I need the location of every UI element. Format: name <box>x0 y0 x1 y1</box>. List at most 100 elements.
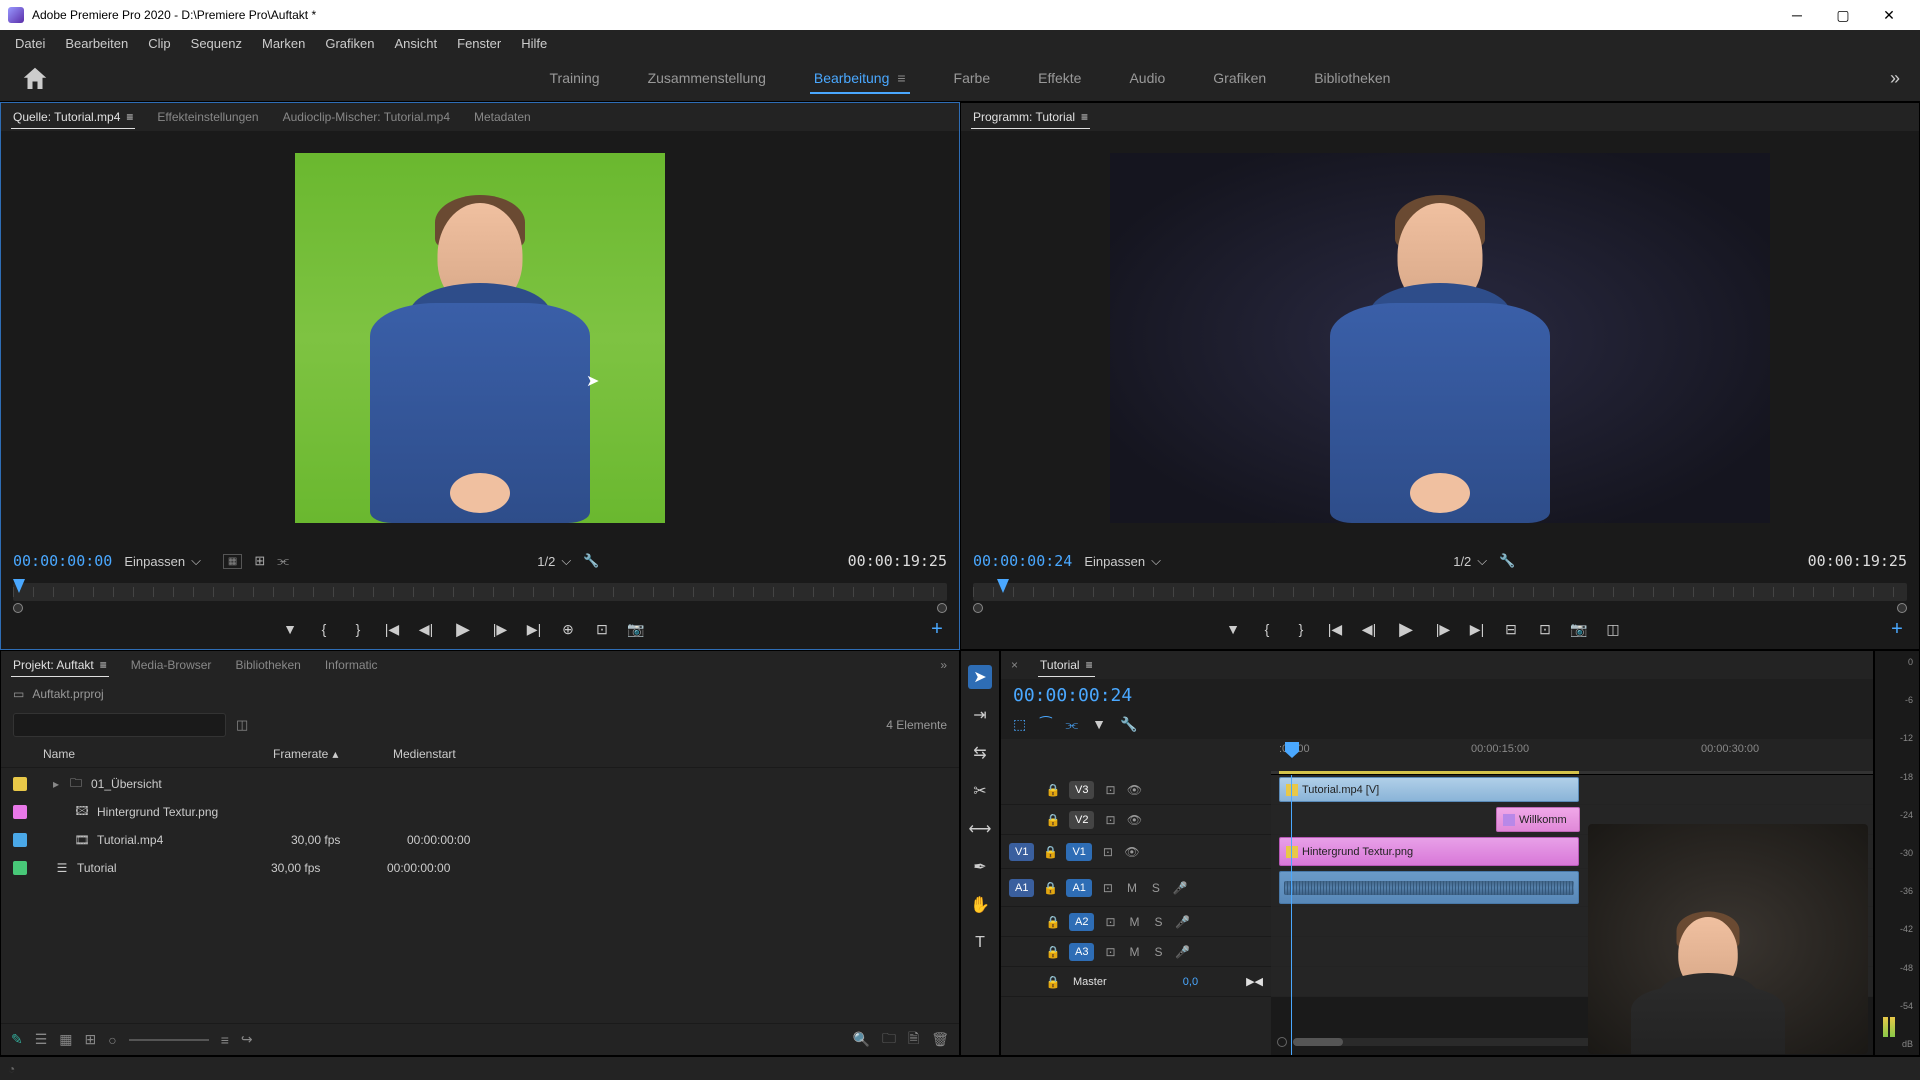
project-row-bin[interactable]: ▸ 🗀 01_Übersicht <box>1 770 959 798</box>
pen-tool[interactable]: ✒ <box>968 855 992 879</box>
zoom-out-handle[interactable] <box>937 603 947 613</box>
step-forward-button[interactable]: |▶ <box>490 619 510 639</box>
lift-button[interactable]: ⊟ <box>1501 619 1521 639</box>
hamburger-icon[interactable]: ≡ <box>126 110 133 124</box>
column-name[interactable]: Name <box>13 747 273 761</box>
project-tab-informatic[interactable]: Informatic <box>323 654 380 676</box>
nest-sequence-toggle[interactable]: ⬚ <box>1013 716 1026 733</box>
minimize-button[interactable]: ─ <box>1774 0 1820 30</box>
project-row-image[interactable]: 🖾 Hintergrund Textur.png <box>1 798 959 826</box>
drag-audio-icon[interactable]: ⫘ <box>277 553 289 569</box>
maximize-button[interactable]: ▢ <box>1820 0 1866 30</box>
hamburger-icon[interactable]: ≡ <box>897 70 905 86</box>
export-frame-button[interactable]: 📷 <box>626 619 646 639</box>
hamburger-icon[interactable]: ≡ <box>1081 110 1088 124</box>
source-tab-quelle[interactable]: Quelle: Tutorial.mp4≡ <box>11 106 135 129</box>
track-header-a3[interactable]: 🔒 A3 ⊡ M S 🎤 <box>1001 937 1271 967</box>
menu-grafiken[interactable]: Grafiken <box>315 32 384 55</box>
home-button[interactable] <box>20 64 50 94</box>
project-tab-projekt[interactable]: Projekt: Auftakt≡ <box>11 654 109 677</box>
project-row-video[interactable]: 🎞 Tutorial.mp4 30,00 fps 00:00:00:00 <box>1 826 959 854</box>
record-icon[interactable]: 🎤 <box>1172 881 1188 895</box>
source-patch-a1[interactable]: A1 <box>1009 879 1034 897</box>
zoom-scroll-thumb[interactable] <box>1293 1038 1343 1046</box>
new-bin-icon[interactable]: 🗀 <box>882 1028 896 1052</box>
master-output-icon[interactable]: ▶◀ <box>1246 975 1263 988</box>
label-swatch[interactable] <box>13 861 27 875</box>
lock-icon[interactable]: 🔒 <box>1045 915 1061 929</box>
zoom-slider-min-icon[interactable]: ○ <box>108 1032 116 1048</box>
menu-sequenz[interactable]: Sequenz <box>181 32 252 55</box>
type-tool[interactable]: T <box>968 931 992 955</box>
export-frame-button[interactable]: 📷 <box>1569 619 1589 639</box>
track-header-v3[interactable]: 🔒 V3 ⊡ 👁 <box>1001 775 1271 805</box>
comparison-view-button[interactable]: ◫ <box>1603 619 1623 639</box>
track-label[interactable]: A3 <box>1069 943 1094 961</box>
track-v3[interactable]: Tutorial.mp4 [V] <box>1271 775 1873 805</box>
icon-view-icon[interactable]: ▦ <box>59 1031 72 1048</box>
project-row-sequence[interactable]: ☰ Tutorial 30,00 fps 00:00:00:00 <box>1 854 959 882</box>
play-button[interactable]: ▶ <box>450 619 476 639</box>
automate-icon[interactable]: ↪ <box>241 1031 253 1048</box>
add-marker-button[interactable]: ▼ <box>280 619 300 639</box>
add-marker-button[interactable]: ▼ <box>1092 716 1106 733</box>
workspace-audio[interactable]: Audio <box>1125 64 1169 94</box>
sync-lock-icon[interactable]: ⊡ <box>1102 915 1118 929</box>
timeline-settings-icon[interactable]: 🔧 <box>1120 716 1137 733</box>
solo-button[interactable]: S <box>1148 881 1164 895</box>
go-to-in-button[interactable]: |◀ <box>382 619 402 639</box>
menu-fenster[interactable]: Fenster <box>447 32 511 55</box>
lock-icon[interactable]: 🔒 <box>1045 813 1061 827</box>
record-icon[interactable]: 🎤 <box>1174 945 1190 959</box>
drag-video-icon[interactable]: ⊞ <box>254 553 265 569</box>
close-button[interactable]: ✕ <box>1866 0 1912 30</box>
timeline-sequence-tab[interactable]: Tutorial≡ <box>1038 654 1095 677</box>
column-framerate[interactable]: Framerate ▴ <box>273 747 393 761</box>
mute-button[interactable]: M <box>1126 915 1142 929</box>
timeline-ruler[interactable]: :00:00 00:00:15:00 00:00:30:00 00:00:45:… <box>1271 739 1873 775</box>
program-timecode-in[interactable]: 00:00:00:24 <box>973 552 1072 570</box>
source-tab-metadaten[interactable]: Metadaten <box>472 106 533 128</box>
lock-icon[interactable]: 🔒 <box>1045 783 1061 797</box>
source-tab-audio-mischer[interactable]: Audioclip-Mischer: Tutorial.mp4 <box>281 106 452 128</box>
go-to-out-button[interactable]: ▶| <box>524 619 544 639</box>
track-label[interactable]: A1 <box>1066 879 1091 897</box>
wrench-icon[interactable]: 🔧 <box>583 553 599 569</box>
project-tab-bibliotheken[interactable]: Bibliotheken <box>233 654 302 676</box>
zoom-in-handle[interactable] <box>13 603 23 613</box>
go-to-out-button[interactable]: ▶| <box>1467 619 1487 639</box>
clip-background[interactable]: Hintergrund Textur.png <box>1279 837 1579 866</box>
solo-button[interactable]: S <box>1150 915 1166 929</box>
hand-tool[interactable]: ✋ <box>968 893 992 917</box>
button-editor-button[interactable]: + <box>1887 619 1907 639</box>
eye-icon[interactable]: 👁 <box>1126 783 1142 797</box>
clip-video[interactable]: Tutorial.mp4 [V] <box>1279 777 1579 802</box>
program-viewport[interactable] <box>961 131 1919 545</box>
eye-icon[interactable]: 👁 <box>1126 813 1142 827</box>
program-tab[interactable]: Programm: Tutorial≡ <box>971 106 1090 129</box>
step-back-button[interactable]: ◀| <box>1359 619 1379 639</box>
label-swatch[interactable] <box>13 777 27 791</box>
mute-button[interactable]: M <box>1124 881 1140 895</box>
expand-arrow-icon[interactable]: ▸ <box>53 777 67 791</box>
sort-icon[interactable]: ≡ <box>221 1032 229 1048</box>
project-tab-overflow[interactable]: » <box>938 654 949 676</box>
lock-icon[interactable]: 🔒 <box>1042 881 1058 895</box>
menu-hilfe[interactable]: Hilfe <box>511 32 557 55</box>
work-area-bar[interactable] <box>1279 771 1579 774</box>
mark-out-button[interactable]: } <box>348 619 368 639</box>
project-search-input[interactable] <box>13 713 226 737</box>
button-editor-button[interactable]: + <box>927 619 947 639</box>
find-icon[interactable]: 🔍 <box>853 1031 870 1048</box>
track-label[interactable]: V3 <box>1069 781 1094 799</box>
overwrite-button[interactable]: ⊡ <box>592 619 612 639</box>
workspace-farbe[interactable]: Farbe <box>950 64 995 94</box>
track-label[interactable]: V2 <box>1069 811 1094 829</box>
eye-icon[interactable]: 👁 <box>1124 845 1140 859</box>
add-marker-button[interactable]: ▼ <box>1223 619 1243 639</box>
timeline-timecode[interactable]: 00:00:00:24 <box>1013 685 1132 706</box>
hamburger-icon[interactable]: ≡ <box>100 658 107 672</box>
snap-toggle[interactable]: ⁀ <box>1040 716 1051 733</box>
label-swatch[interactable] <box>13 805 27 819</box>
master-value[interactable]: 0,0 <box>1183 976 1198 988</box>
